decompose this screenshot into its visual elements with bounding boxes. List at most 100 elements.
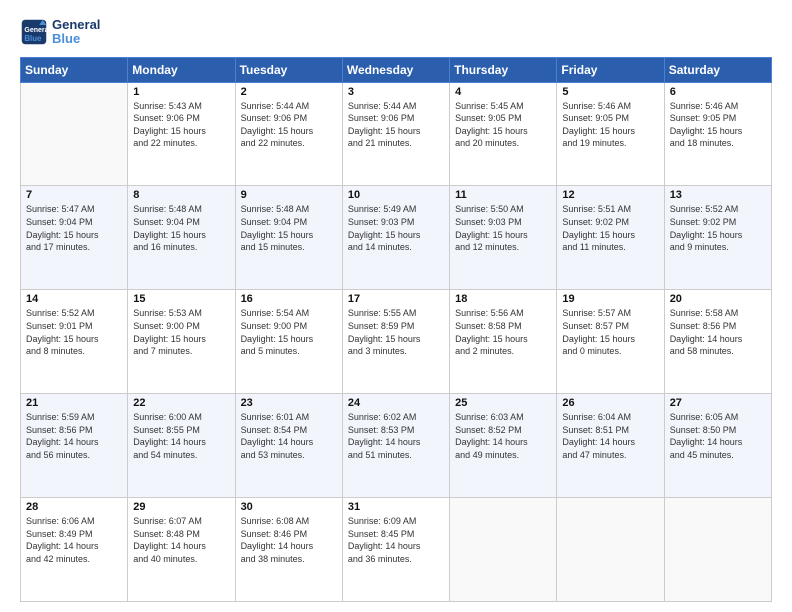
day-info: Sunrise: 6:01 AM Sunset: 8:54 PM Dayligh…: [241, 411, 337, 461]
calendar-cell: 5 Sunrise: 5:46 AM Sunset: 9:05 PM Daylig…: [557, 82, 664, 186]
calendar-cell: 19 Sunrise: 5:57 AM Sunset: 8:57 PM Dayli…: [557, 290, 664, 394]
calendar-cell: 7 Sunrise: 5:47 AM Sunset: 9:04 PM Daylig…: [21, 186, 128, 290]
calendar-header-monday: Monday: [128, 57, 235, 82]
day-info: Sunrise: 5:54 AM Sunset: 9:00 PM Dayligh…: [241, 307, 337, 357]
day-info: Sunrise: 5:44 AM Sunset: 9:06 PM Dayligh…: [348, 100, 444, 150]
logo-text: General Blue: [52, 18, 100, 47]
day-number: 7: [26, 189, 122, 201]
day-info: Sunrise: 5:44 AM Sunset: 9:06 PM Dayligh…: [241, 100, 337, 150]
day-number: 4: [455, 86, 551, 98]
day-number: 18: [455, 293, 551, 305]
day-info: Sunrise: 5:48 AM Sunset: 9:04 PM Dayligh…: [133, 203, 229, 253]
calendar-cell: 18 Sunrise: 5:56 AM Sunset: 8:58 PM Dayli…: [450, 290, 557, 394]
calendar-week-3: 21 Sunrise: 5:59 AM Sunset: 8:56 PM Dayli…: [21, 394, 772, 498]
calendar-header-saturday: Saturday: [664, 57, 771, 82]
day-number: 26: [562, 397, 658, 409]
calendar-cell: 1Sunrise: 5:43 AM Sunset: 9:06 PM Daylig…: [128, 82, 235, 186]
calendar-header-friday: Friday: [557, 57, 664, 82]
calendar-cell: 10 Sunrise: 5:49 AM Sunset: 9:03 PM Dayli…: [342, 186, 449, 290]
calendar-cell: [21, 82, 128, 186]
day-info: Sunrise: 6:09 AM Sunset: 8:45 PM Dayligh…: [348, 515, 444, 565]
calendar-cell: 8 Sunrise: 5:48 AM Sunset: 9:04 PM Daylig…: [128, 186, 235, 290]
day-info: Sunrise: 6:06 AM Sunset: 8:49 PM Dayligh…: [26, 515, 122, 565]
calendar-cell: 25 Sunrise: 6:03 AM Sunset: 8:52 PM Dayli…: [450, 394, 557, 498]
calendar-table: SundayMondayTuesdayWednesdayThursdayFrid…: [20, 57, 772, 602]
header: General Blue General Blue: [20, 18, 772, 47]
calendar-cell: 2 Sunrise: 5:44 AM Sunset: 9:06 PM Daylig…: [235, 82, 342, 186]
day-number: 10: [348, 189, 444, 201]
calendar-cell: 6 Sunrise: 5:46 AM Sunset: 9:05 PM Daylig…: [664, 82, 771, 186]
calendar-week-4: 28 Sunrise: 6:06 AM Sunset: 8:49 PM Dayli…: [21, 498, 772, 602]
day-number: 1: [133, 86, 229, 98]
calendar-cell: 3Sunrise: 5:44 AM Sunset: 9:06 PM Daylig…: [342, 82, 449, 186]
calendar-cell: [664, 498, 771, 602]
calendar-cell: 4 Sunrise: 5:45 AM Sunset: 9:05 PM Daylig…: [450, 82, 557, 186]
day-number: 29: [133, 501, 229, 513]
calendar-cell: 26 Sunrise: 6:04 AM Sunset: 8:51 PM Dayli…: [557, 394, 664, 498]
calendar-cell: 13Sunrise: 5:52 AM Sunset: 9:02 PM Dayli…: [664, 186, 771, 290]
day-info: Sunrise: 5:46 AM Sunset: 9:05 PM Dayligh…: [670, 100, 766, 150]
day-info: Sunrise: 5:47 AM Sunset: 9:04 PM Dayligh…: [26, 203, 122, 253]
day-number: 6: [670, 86, 766, 98]
day-info: Sunrise: 5:59 AM Sunset: 8:56 PM Dayligh…: [26, 411, 122, 461]
day-number: 8: [133, 189, 229, 201]
day-number: 22: [133, 397, 229, 409]
day-info: Sunrise: 5:45 AM Sunset: 9:05 PM Dayligh…: [455, 100, 551, 150]
day-info: Sunrise: 5:57 AM Sunset: 8:57 PM Dayligh…: [562, 307, 658, 357]
day-number: 25: [455, 397, 551, 409]
calendar-cell: 14 Sunrise: 5:52 AM Sunset: 9:01 PM Dayli…: [21, 290, 128, 394]
page: General Blue General Blue SundayMondayTu…: [0, 0, 792, 612]
calendar-header-tuesday: Tuesday: [235, 57, 342, 82]
day-info: Sunrise: 6:08 AM Sunset: 8:46 PM Dayligh…: [241, 515, 337, 565]
day-info: Sunrise: 6:07 AM Sunset: 8:48 PM Dayligh…: [133, 515, 229, 565]
calendar-cell: 9 Sunrise: 5:48 AM Sunset: 9:04 PM Daylig…: [235, 186, 342, 290]
day-info: Sunrise: 5:52 AM Sunset: 9:02 PM Dayligh…: [670, 203, 766, 253]
day-number: 28: [26, 501, 122, 513]
day-number: 23: [241, 397, 337, 409]
calendar-header-thursday: Thursday: [450, 57, 557, 82]
day-number: 31: [348, 501, 444, 513]
day-number: 2: [241, 86, 337, 98]
day-number: 21: [26, 397, 122, 409]
calendar-cell: [557, 498, 664, 602]
calendar-cell: 24Sunrise: 6:02 AM Sunset: 8:53 PM Dayli…: [342, 394, 449, 498]
calendar-cell: 23 Sunrise: 6:01 AM Sunset: 8:54 PM Dayli…: [235, 394, 342, 498]
day-info: Sunrise: 6:03 AM Sunset: 8:52 PM Dayligh…: [455, 411, 551, 461]
day-info: Sunrise: 5:53 AM Sunset: 9:00 PM Dayligh…: [133, 307, 229, 357]
day-info: Sunrise: 5:49 AM Sunset: 9:03 PM Dayligh…: [348, 203, 444, 253]
calendar-header-wednesday: Wednesday: [342, 57, 449, 82]
day-info: Sunrise: 6:02 AM Sunset: 8:53 PM Dayligh…: [348, 411, 444, 461]
calendar-week-0: 1Sunrise: 5:43 AM Sunset: 9:06 PM Daylig…: [21, 82, 772, 186]
day-number: 20: [670, 293, 766, 305]
calendar-cell: 12Sunrise: 5:51 AM Sunset: 9:02 PM Dayli…: [557, 186, 664, 290]
day-number: 30: [241, 501, 337, 513]
logo: General Blue General Blue: [20, 18, 100, 47]
calendar-cell: 20 Sunrise: 5:58 AM Sunset: 8:56 PM Dayli…: [664, 290, 771, 394]
day-number: 17: [348, 293, 444, 305]
day-info: Sunrise: 5:46 AM Sunset: 9:05 PM Dayligh…: [562, 100, 658, 150]
day-number: 11: [455, 189, 551, 201]
calendar-cell: 28 Sunrise: 6:06 AM Sunset: 8:49 PM Dayli…: [21, 498, 128, 602]
calendar-cell: 16 Sunrise: 5:54 AM Sunset: 9:00 PM Dayli…: [235, 290, 342, 394]
day-info: Sunrise: 5:50 AM Sunset: 9:03 PM Dayligh…: [455, 203, 551, 253]
day-info: Sunrise: 5:58 AM Sunset: 8:56 PM Dayligh…: [670, 307, 766, 357]
day-info: Sunrise: 6:05 AM Sunset: 8:50 PM Dayligh…: [670, 411, 766, 461]
day-number: 14: [26, 293, 122, 305]
svg-text:Blue: Blue: [24, 34, 42, 43]
calendar-cell: [450, 498, 557, 602]
day-info: Sunrise: 6:04 AM Sunset: 8:51 PM Dayligh…: [562, 411, 658, 461]
day-info: Sunrise: 5:48 AM Sunset: 9:04 PM Dayligh…: [241, 203, 337, 253]
day-number: 12: [562, 189, 658, 201]
day-info: Sunrise: 5:52 AM Sunset: 9:01 PM Dayligh…: [26, 307, 122, 357]
calendar-week-1: 7 Sunrise: 5:47 AM Sunset: 9:04 PM Daylig…: [21, 186, 772, 290]
day-number: 19: [562, 293, 658, 305]
day-number: 27: [670, 397, 766, 409]
calendar-cell: 22Sunrise: 6:00 AM Sunset: 8:55 PM Dayli…: [128, 394, 235, 498]
calendar-header-sunday: Sunday: [21, 57, 128, 82]
calendar-cell: 31 Sunrise: 6:09 AM Sunset: 8:45 PM Dayli…: [342, 498, 449, 602]
day-number: 16: [241, 293, 337, 305]
calendar-cell: 30 Sunrise: 6:08 AM Sunset: 8:46 PM Dayli…: [235, 498, 342, 602]
day-number: 5: [562, 86, 658, 98]
day-number: 9: [241, 189, 337, 201]
day-info: Sunrise: 5:56 AM Sunset: 8:58 PM Dayligh…: [455, 307, 551, 357]
